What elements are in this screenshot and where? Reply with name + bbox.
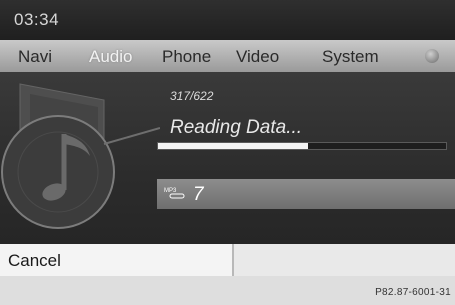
menu-item-navi[interactable]: Navi	[18, 47, 52, 67]
menu-item-video[interactable]: Video	[236, 47, 279, 67]
current-track-row[interactable]: MP3 7	[157, 179, 455, 209]
mp3-icon: MP3	[164, 188, 185, 199]
svg-text:MP3: MP3	[164, 188, 177, 194]
cancel-label: Cancel	[8, 251, 61, 270]
head-unit-screen: 03:34 Navi Audio Phone Video System 317/…	[0, 0, 455, 305]
figure-footer: P82.87-6001-31	[0, 276, 455, 305]
menu-item-audio[interactable]: Audio	[89, 47, 132, 67]
reading-progress-fill	[158, 143, 308, 149]
round-menu-dot-icon[interactable]	[425, 49, 439, 63]
reading-progress-bar	[157, 142, 447, 150]
menu-item-system[interactable]: System	[322, 47, 379, 67]
cancel-button[interactable]: Cancel	[0, 244, 234, 276]
bottom-empty-slot	[234, 244, 455, 276]
status-bar: 03:34	[0, 0, 455, 40]
track-number: 7	[193, 184, 204, 205]
music-note-cd-icon	[1, 83, 160, 229]
track-count: 317/622	[170, 89, 214, 103]
media-content-area: 317/622 Reading Data... MP3 7	[0, 72, 455, 244]
clock: 03:34	[14, 10, 60, 29]
main-menu-bar: Navi Audio Phone Video System	[0, 40, 455, 72]
menu-item-phone[interactable]: Phone	[162, 47, 211, 67]
figure-code: P82.87-6001-31	[375, 287, 451, 298]
bottom-action-bar: Cancel	[0, 244, 455, 276]
reading-status-text: Reading Data...	[170, 117, 303, 138]
